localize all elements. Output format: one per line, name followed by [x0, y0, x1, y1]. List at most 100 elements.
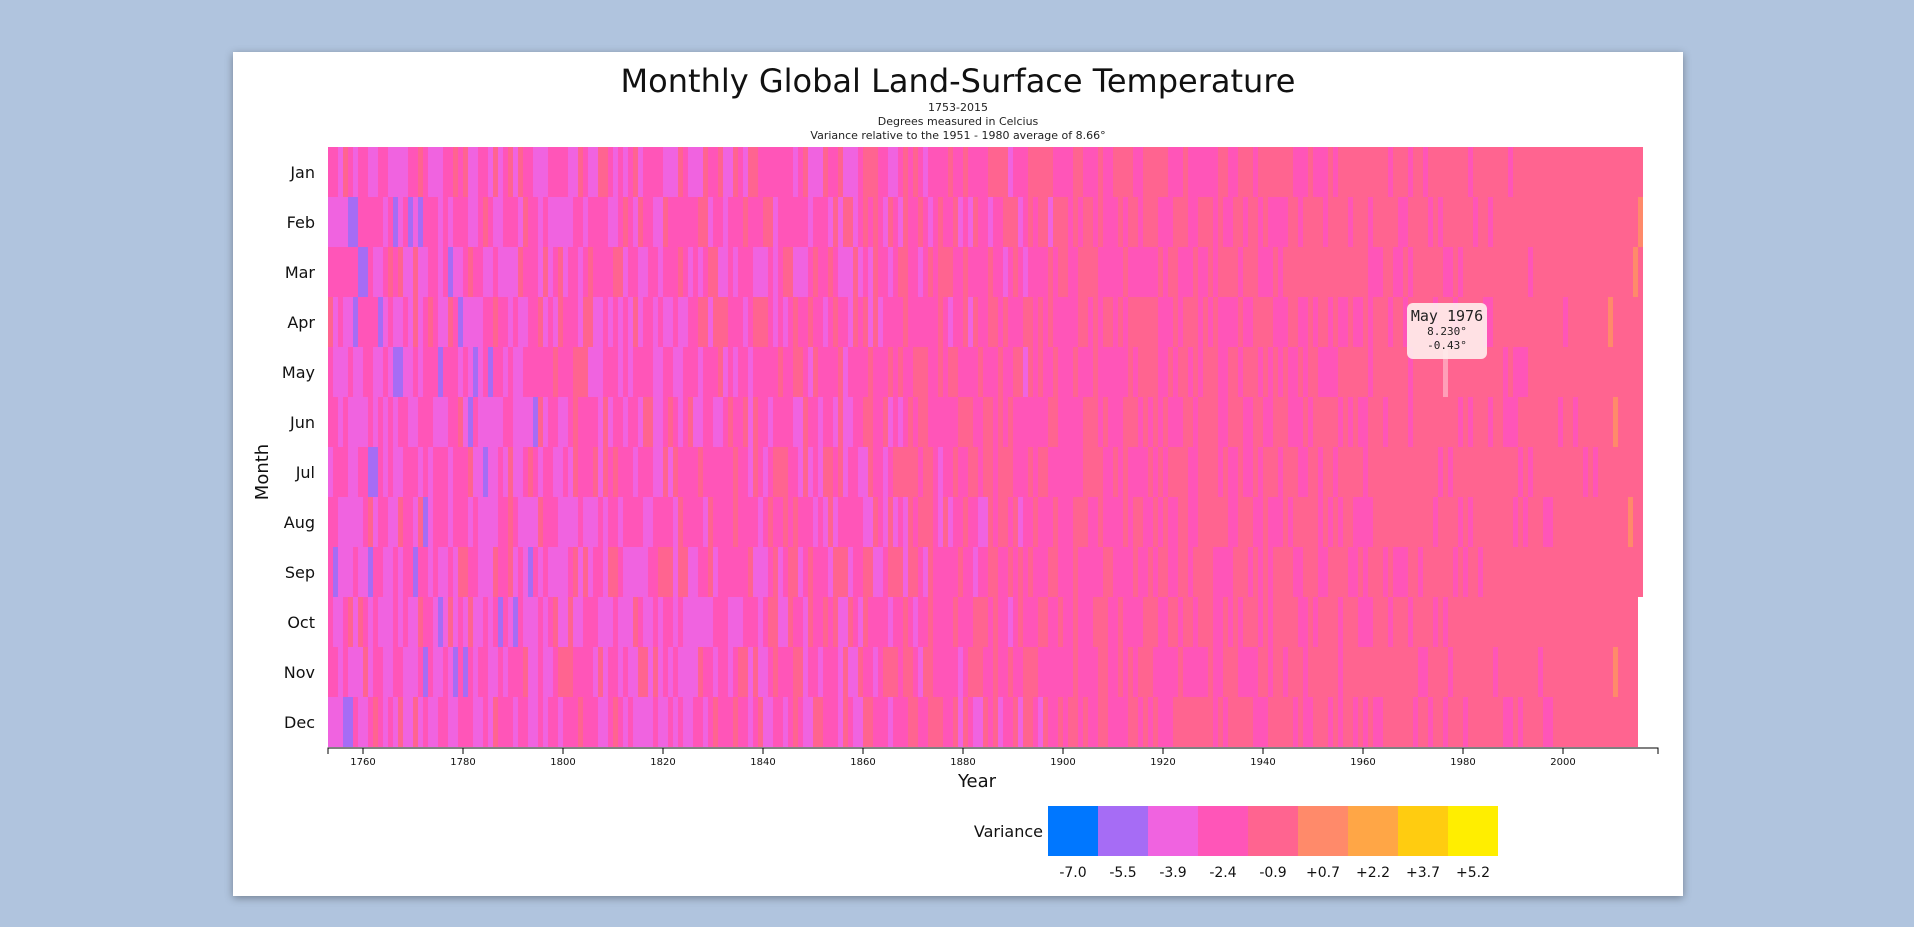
- heatmap-cell[interactable]: [588, 397, 593, 447]
- heatmap-cell[interactable]: [1538, 397, 1543, 447]
- heatmap-cell[interactable]: [943, 347, 948, 397]
- heatmap-cell[interactable]: [468, 347, 473, 397]
- heatmap-cell[interactable]: [1108, 147, 1113, 197]
- heatmap-cell[interactable]: [983, 447, 988, 497]
- heatmap-cell[interactable]: [1423, 247, 1428, 297]
- heatmap-cell[interactable]: [1618, 697, 1623, 747]
- heatmap-cell[interactable]: [1553, 597, 1558, 647]
- heatmap-cell[interactable]: [843, 647, 848, 697]
- heatmap-cell[interactable]: [873, 597, 878, 647]
- heatmap-cell[interactable]: [1003, 447, 1008, 497]
- heatmap-cell[interactable]: [1313, 647, 1318, 697]
- heatmap-cell[interactable]: [1068, 597, 1073, 647]
- heatmap-cell[interactable]: [1488, 597, 1493, 647]
- heatmap-cell[interactable]: [988, 347, 993, 397]
- heatmap-cell[interactable]: [943, 647, 948, 697]
- heatmap-cell[interactable]: [1018, 147, 1023, 197]
- heatmap-cell[interactable]: [1628, 347, 1633, 397]
- heatmap-cell[interactable]: [1133, 447, 1138, 497]
- heatmap-cell[interactable]: [838, 397, 843, 447]
- heatmap-cell[interactable]: [1603, 647, 1608, 697]
- heatmap-cell[interactable]: [443, 397, 448, 447]
- heatmap-cell[interactable]: [1368, 247, 1373, 297]
- heatmap-cell[interactable]: [558, 247, 563, 297]
- heatmap-cell[interactable]: [1533, 547, 1538, 597]
- heatmap-cell[interactable]: [373, 397, 378, 447]
- heatmap-cell[interactable]: [348, 347, 353, 397]
- heatmap-cell[interactable]: [528, 597, 533, 647]
- heatmap-cell[interactable]: [1338, 447, 1343, 497]
- heatmap-cell[interactable]: [1273, 297, 1278, 347]
- heatmap-cell[interactable]: [343, 447, 348, 497]
- heatmap-cell[interactable]: [1513, 147, 1518, 197]
- heatmap-cell[interactable]: [1288, 247, 1293, 297]
- heatmap-cell[interactable]: [1438, 197, 1443, 247]
- heatmap-cell[interactable]: [1403, 697, 1408, 747]
- heatmap-cell[interactable]: [518, 297, 523, 347]
- heatmap-cell[interactable]: [1323, 347, 1328, 397]
- heatmap-cell[interactable]: [1338, 597, 1343, 647]
- heatmap-cell[interactable]: [1148, 597, 1153, 647]
- heatmap-cell[interactable]: [388, 147, 393, 197]
- heatmap-cell[interactable]: [1168, 647, 1173, 697]
- heatmap-cell[interactable]: [948, 397, 953, 447]
- heatmap-cell[interactable]: [1198, 197, 1203, 247]
- heatmap-cell[interactable]: [693, 647, 698, 697]
- heatmap-cell[interactable]: [848, 647, 853, 697]
- heatmap-cell[interactable]: [333, 447, 338, 497]
- heatmap-cell[interactable]: [1543, 547, 1548, 597]
- heatmap-cell[interactable]: [1053, 647, 1058, 697]
- heatmap-cell[interactable]: [1218, 297, 1223, 347]
- heatmap-cell[interactable]: [933, 297, 938, 347]
- heatmap-cell[interactable]: [473, 397, 478, 447]
- heatmap-cell[interactable]: [1578, 497, 1583, 547]
- heatmap-cell[interactable]: [1213, 347, 1218, 397]
- heatmap-cell[interactable]: [1113, 647, 1118, 697]
- heatmap-cell[interactable]: [1558, 447, 1563, 497]
- heatmap-cell[interactable]: [1283, 247, 1288, 297]
- heatmap-cell[interactable]: [893, 597, 898, 647]
- heatmap-cell[interactable]: [1338, 697, 1343, 747]
- heatmap-cell[interactable]: [583, 647, 588, 697]
- heatmap-cell[interactable]: [898, 597, 903, 647]
- heatmap-cell[interactable]: [943, 497, 948, 547]
- heatmap-cell[interactable]: [1068, 497, 1073, 547]
- heatmap-cell[interactable]: [1298, 247, 1303, 297]
- heatmap-cell[interactable]: [1023, 197, 1028, 247]
- heatmap-cell[interactable]: [1468, 447, 1473, 497]
- heatmap-cell[interactable]: [1428, 447, 1433, 497]
- heatmap-cell[interactable]: [1348, 147, 1353, 197]
- heatmap-cell[interactable]: [588, 597, 593, 647]
- heatmap-cell[interactable]: [1073, 597, 1078, 647]
- heatmap-cell[interactable]: [1393, 247, 1398, 297]
- heatmap-cell[interactable]: [1348, 197, 1353, 247]
- heatmap-cell[interactable]: [973, 297, 978, 347]
- heatmap-cell[interactable]: [1388, 547, 1393, 597]
- heatmap-cell[interactable]: [1063, 197, 1068, 247]
- heatmap-cell[interactable]: [603, 547, 608, 597]
- heatmap-cell[interactable]: [798, 497, 803, 547]
- heatmap-cell[interactable]: [573, 547, 578, 597]
- heatmap-cell[interactable]: [773, 247, 778, 297]
- heatmap-cell[interactable]: [1178, 397, 1183, 447]
- heatmap-cell[interactable]: [748, 347, 753, 397]
- heatmap-cell[interactable]: [1263, 397, 1268, 447]
- heatmap-cell[interactable]: [1453, 197, 1458, 247]
- heatmap-cell[interactable]: [583, 197, 588, 247]
- heatmap-cell[interactable]: [1248, 647, 1253, 697]
- heatmap-cell[interactable]: [1638, 497, 1643, 547]
- heatmap-cell[interactable]: [723, 197, 728, 247]
- heatmap-cell[interactable]: [1468, 647, 1473, 697]
- heatmap-cell[interactable]: [998, 447, 1003, 497]
- heatmap-cell[interactable]: [1413, 247, 1418, 297]
- heatmap-cell[interactable]: [568, 597, 573, 647]
- heatmap-cell[interactable]: [968, 247, 973, 297]
- heatmap-cell[interactable]: [493, 697, 498, 747]
- heatmap-cell[interactable]: [1233, 347, 1238, 397]
- heatmap-cell[interactable]: [1508, 147, 1513, 197]
- heatmap-cell[interactable]: [573, 597, 578, 647]
- heatmap-cell[interactable]: [1558, 647, 1563, 697]
- heatmap-cell[interactable]: [333, 547, 338, 597]
- heatmap-cell[interactable]: [673, 247, 678, 297]
- heatmap-cell[interactable]: [1038, 447, 1043, 497]
